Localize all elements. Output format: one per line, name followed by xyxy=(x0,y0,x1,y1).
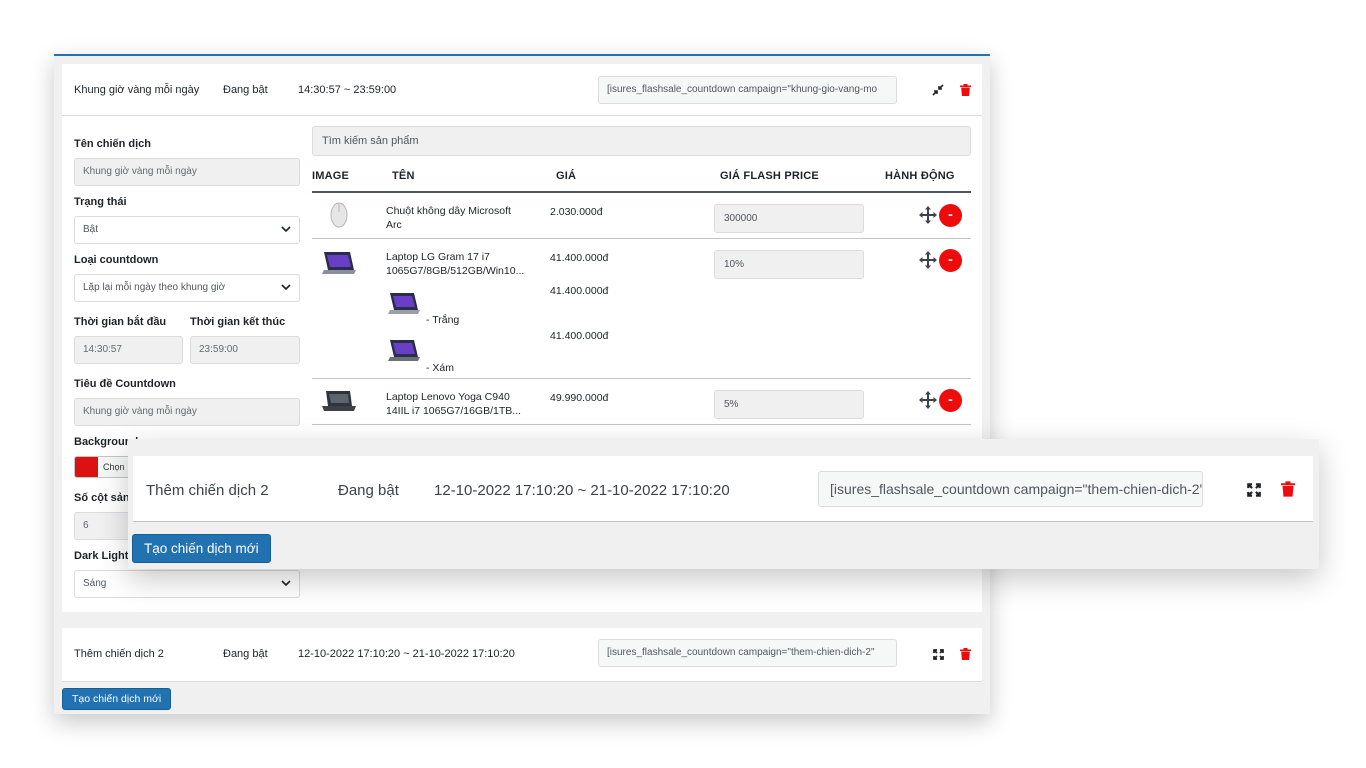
campaign-name: Thêm chiến dịch 2 xyxy=(74,648,164,660)
product-name-line: Laptop LG Gram 17 i7 xyxy=(386,251,490,263)
countdown-type-select[interactable]: Lặp lại mỗi ngày theo khung giờ xyxy=(74,274,300,302)
admin-window: Khung giờ vàng mỗi ngày Đang bật 14:30:5… xyxy=(54,54,990,714)
variant-label: - Trắng xyxy=(426,314,460,326)
columns-input[interactable]: 6 xyxy=(74,512,134,540)
status-label: Trạng thái xyxy=(74,196,127,208)
col-header-flash-price: GIÁ FLASH PRICE xyxy=(720,170,819,182)
row-divider xyxy=(312,238,971,239)
move-icon[interactable] xyxy=(918,250,938,270)
row-divider xyxy=(312,424,971,425)
countdown-type-value: Lặp lại mỗi ngày theo khung giờ xyxy=(83,282,226,293)
product-name-line: Laptop Lenovo Yoga C940 xyxy=(386,391,510,403)
end-time-input[interactable]: 23:59:00 xyxy=(190,336,300,364)
variant-image xyxy=(386,291,422,322)
status-select-value: Bật xyxy=(83,224,99,235)
screenshot-stage: Khung giờ vàng mỗi ngày Đang bật 14:30:5… xyxy=(0,0,1366,768)
product-name: Laptop LG Gram 17 i7 1065G7/8GB/512GB/Wi… xyxy=(386,250,531,278)
countdown-type-label: Loại countdown xyxy=(74,254,159,266)
move-icon[interactable] xyxy=(918,390,938,410)
remove-product-button[interactable]: - xyxy=(939,249,962,272)
flash-price-input[interactable]: 10% xyxy=(714,250,864,279)
product-name: Laptop Lenovo Yoga C940 14IIL i7 1065G7/… xyxy=(386,390,531,418)
campaign-header-zoomed[interactable]: Thêm chiến dịch 2 Đang bật 12-10-2022 17… xyxy=(133,456,1313,522)
col-header-action: HÀNH ĐỘNG xyxy=(885,170,955,182)
expand-icon[interactable] xyxy=(1247,483,1263,499)
product-name-line: Arc xyxy=(386,219,402,231)
product-name-line: Chuột không dây Microsoft xyxy=(386,205,511,217)
campaign-name: Khung giờ vàng mỗi ngày xyxy=(74,84,200,96)
row-divider xyxy=(312,378,971,379)
start-time-input[interactable]: 14:30:57 xyxy=(74,336,183,364)
dark-light-value: Sáng xyxy=(83,578,107,589)
flash-price-input[interactable]: 5% xyxy=(714,390,864,419)
campaign-status: Đang bật xyxy=(338,482,399,499)
move-icon[interactable] xyxy=(918,205,938,225)
create-campaign-button[interactable]: Tạo chiến dịch mới xyxy=(132,534,271,563)
product-name: Chuột không dây Microsoft Arc xyxy=(386,204,531,232)
variant-image xyxy=(386,338,422,369)
shortcode-field[interactable]: [isures_flashsale_countdown campaign="th… xyxy=(598,639,897,667)
campaign-name-label: Tên chiến dịch xyxy=(74,138,152,150)
zoom-overlay: Thêm chiến dịch 2 Đang bật 12-10-2022 17… xyxy=(128,439,1319,569)
variant-label: - Xám xyxy=(426,362,455,374)
campaign-status: Đang bật xyxy=(223,84,268,96)
countdown-title-input[interactable]: Khung giờ vàng mỗi ngày xyxy=(74,398,300,426)
trash-icon[interactable] xyxy=(956,645,974,663)
laptop-image xyxy=(320,250,358,281)
campaign-card-collapsed[interactable]: Thêm chiến dịch 2 Đang bật 12-10-2022 17… xyxy=(62,628,982,682)
color-picker-button: Chọn xyxy=(103,462,125,472)
product-search-input[interactable]: Tìm kiếm sản phẩm xyxy=(312,126,971,156)
remove-product-button[interactable]: - xyxy=(939,389,962,412)
campaign-time-range: 12-10-2022 17:10:20 ~ 21-10-2022 17:10:2… xyxy=(434,482,730,499)
flash-price-input[interactable]: 300000 xyxy=(714,204,864,233)
status-select[interactable]: Bật xyxy=(74,216,300,244)
col-header-image: IMAGE xyxy=(312,170,350,182)
collapse-icon[interactable] xyxy=(929,81,947,99)
shortcode-field[interactable]: [isures_flashsale_countdown campaign="kh… xyxy=(598,76,897,104)
chevron-down-icon xyxy=(281,226,291,233)
columns-label: Số cột sản xyxy=(74,492,130,504)
col-header-name: TÊN xyxy=(392,170,415,182)
product-price: 2.030.000đ xyxy=(550,206,603,218)
campaign-name-input[interactable]: Khung giờ vàng mỗi ngày xyxy=(74,158,300,186)
campaign-header[interactable]: Khung giờ vàng mỗi ngày Đang bật 14:30:5… xyxy=(62,64,982,116)
countdown-title-label: Tiêu đề Countdown xyxy=(74,378,176,390)
remove-product-button[interactable]: - xyxy=(939,204,962,227)
dark-light-select[interactable]: Sáng xyxy=(74,570,300,598)
product-price: 41.400.000đ xyxy=(550,252,609,264)
variant-price: 41.400.000đ xyxy=(550,285,609,297)
dark-light-label: Dark Light xyxy=(74,550,129,562)
campaign-name: Thêm chiến dịch 2 xyxy=(146,482,269,499)
create-campaign-button[interactable]: Tạo chiến dịch mới xyxy=(62,688,172,710)
trash-icon[interactable] xyxy=(1281,481,1299,501)
start-time-label: Thời gian bắt đầu xyxy=(74,316,167,328)
mouse-image xyxy=(328,201,350,234)
campaign-time-range: 14:30:57 ~ 23:59:00 xyxy=(298,84,397,96)
trash-icon[interactable] xyxy=(956,81,974,99)
product-name-line: 1065G7/8GB/512GB/Win10... xyxy=(386,265,525,277)
product-name-line: 14IIL i7 1065G7/16GB/1TB... xyxy=(386,405,522,417)
color-swatch xyxy=(75,457,98,477)
expand-icon[interactable] xyxy=(929,645,947,663)
table-header-divider xyxy=(312,191,971,193)
end-time-label: Thời gian kết thúc xyxy=(190,316,286,328)
campaign-status: Đang bật xyxy=(223,648,268,660)
campaign-header[interactable]: Thêm chiến dịch 2 Đang bật 12-10-2022 17… xyxy=(62,628,982,682)
campaign-time-range: 12-10-2022 17:10:20 ~ 21-10-2022 17:10:2… xyxy=(298,648,515,660)
chevron-down-icon xyxy=(281,580,291,587)
chevron-down-icon xyxy=(281,284,291,291)
variant-price: 41.400.000đ xyxy=(550,330,609,342)
col-header-price: GIÁ xyxy=(556,170,577,182)
laptop-image xyxy=(320,388,358,419)
product-price: 49.990.000đ xyxy=(550,392,609,404)
shortcode-field[interactable]: [isures_flashsale_countdown campaign="th… xyxy=(818,471,1203,507)
